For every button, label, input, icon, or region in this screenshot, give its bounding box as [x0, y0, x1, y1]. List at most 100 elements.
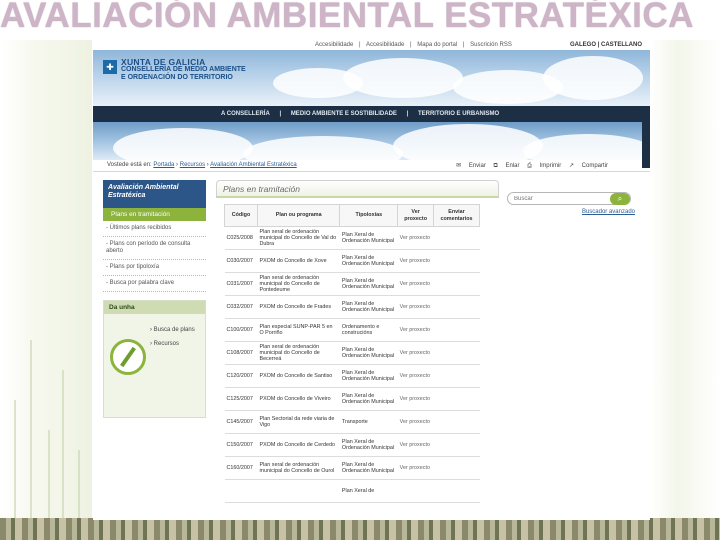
- table-row: C125/2007 PXOM do Concello de Viveiro Plan…: [224, 387, 480, 411]
- sidebar-item[interactable]: - Plans con período de consulta aberto: [103, 237, 206, 260]
- grass-decoration-left: [0, 40, 92, 520]
- plan-type: Plan Xeral de Ordenación Municipal: [339, 364, 398, 388]
- sidebar-item[interactable]: - Busca por palabra clave: [103, 276, 206, 292]
- visit-link[interactable]: › Busca de plans: [150, 326, 195, 334]
- view-project-link[interactable]: [397, 479, 434, 503]
- visit-box: Da unha › Busca de plans › Recursos: [103, 300, 206, 418]
- utility-link[interactable]: Suscrición RSS: [470, 42, 512, 48]
- table-row: C025/2008 Plan xeral de ordenación munici…: [224, 226, 480, 250]
- view-project-link[interactable]: Ver proxecto: [397, 456, 434, 480]
- utility-separator: |: [359, 42, 361, 48]
- utility-links: Accesibilidade | Accesibilidade | Mapa d…: [315, 42, 516, 48]
- nav-separator: |: [406, 111, 409, 117]
- plan-name: Plan xeral de ordenación municipal do Co…: [257, 456, 340, 480]
- plan-type: Ordenamento e construcións: [339, 318, 398, 342]
- plan-type: Plan Xeral de Ordenación Municipal: [339, 341, 398, 365]
- send-comment-cell[interactable]: [433, 479, 480, 503]
- plan-code: C031/2007: [224, 272, 258, 296]
- sidebar-item[interactable]: - Plans por tipoloxía: [103, 260, 206, 276]
- plans-table: Código Plan ou programa Tipoloxías Ver p…: [224, 204, 480, 503]
- plan-code: C125/2007: [224, 387, 258, 411]
- view-project-link[interactable]: Ver proxecto: [397, 226, 434, 250]
- send-comment-cell[interactable]: [433, 410, 480, 434]
- column-header: Ver proxecto: [397, 204, 435, 227]
- view-project-link[interactable]: Ver proxecto: [397, 364, 434, 388]
- plan-code: C145/2007: [224, 410, 258, 434]
- link-button[interactable]: ⧉ Enlar: [494, 163, 520, 169]
- page-tools: ✉ Enviar ⧉ Enlar ⎙ Imprimir ↗ Compartir: [450, 162, 608, 170]
- plan-name: Plan xeral de ordenación municipal do Co…: [257, 272, 340, 296]
- plan-type: Transporte: [339, 410, 398, 434]
- xunta-emblem-icon: ✚: [103, 60, 117, 74]
- sidebar: Avaliación Ambiental Estratéxica Plans e…: [103, 180, 206, 418]
- main-navigation: A CONSELLERÍA | MEDIO AMBIENTE E SOSTIBI…: [93, 106, 650, 122]
- sidebar-item[interactable]: - Últimos plans recibidos: [103, 221, 206, 237]
- send-comment-cell[interactable]: [433, 295, 480, 319]
- utility-link[interactable]: Mapa do portal: [417, 42, 457, 48]
- plan-code: C032/2007: [224, 295, 258, 319]
- table-row: C150/2007 PXOM do Concello de Cerdedo Plan…: [224, 433, 480, 457]
- send-comment-cell[interactable]: [433, 456, 480, 480]
- plan-name: PXOM do Concello de Xove: [257, 249, 340, 273]
- table-row: Plan Xeral de: [224, 479, 480, 503]
- sidebar-item-active[interactable]: Plans en tramitación: [103, 208, 206, 221]
- plan-type: Plan Xeral de Ordenación Municipal: [339, 387, 398, 411]
- nav-item-conselleria[interactable]: A CONSELLERÍA: [221, 111, 270, 117]
- plan-name: PXOM do Concello de Santiso: [257, 364, 340, 388]
- nav-item-medio-ambiente[interactable]: MEDIO AMBIENTE E SOSTIBILIDADE: [291, 111, 397, 117]
- compass-icon: [110, 339, 146, 375]
- plan-name: [257, 479, 340, 503]
- view-project-link[interactable]: Ver proxecto: [397, 249, 434, 273]
- send-comment-cell[interactable]: [433, 226, 480, 250]
- browser-page: Accesibilidade | Accesibilidade | Mapa d…: [93, 38, 650, 520]
- send-button[interactable]: ✉ Enviar: [456, 163, 486, 169]
- utility-link[interactable]: Accesibilidade: [366, 42, 404, 48]
- send-comment-cell[interactable]: [433, 341, 480, 365]
- table-row: C120/2007 PXOM do Concello de Santiso Plan…: [224, 364, 480, 388]
- nav-item-territorio[interactable]: TERRITORIO E URBANISMO: [418, 111, 499, 117]
- page-title: Plans en tramitación: [216, 180, 499, 198]
- breadcrumb-item[interactable]: Recursos: [180, 162, 205, 168]
- send-comment-cell[interactable]: [433, 249, 480, 273]
- visit-link[interactable]: › Recursos: [150, 340, 195, 348]
- view-project-link[interactable]: Ver proxecto: [397, 341, 434, 365]
- breadcrumb-item[interactable]: Portada: [153, 162, 174, 168]
- send-comment-cell[interactable]: [433, 387, 480, 411]
- plan-code: C150/2007: [224, 433, 258, 457]
- visit-heading: Da unha: [104, 301, 205, 314]
- brand-department-2: E ORDENACIÓN DO TERRITORIO: [121, 74, 233, 81]
- share-button[interactable]: ↗ Compartir: [569, 163, 608, 169]
- breadcrumb-prefix: Vostede está en:: [107, 162, 152, 168]
- table-row: C100/2007 Plan especial SUNP-PAR 5 en O P…: [224, 318, 480, 342]
- sky-banner: [93, 122, 650, 160]
- utility-separator: |: [409, 42, 412, 48]
- plan-type: Plan Xeral de Ordenación Municipal: [339, 272, 398, 296]
- breadcrumb-item[interactable]: Avaliación Ambiental Estratéxica: [210, 162, 297, 168]
- view-project-link[interactable]: Ver proxecto: [397, 318, 434, 342]
- table-row: C160/2007 Plan xeral de ordenación munici…: [224, 456, 480, 480]
- utility-link[interactable]: Accesibilidade: [315, 42, 353, 48]
- view-project-link[interactable]: Ver proxecto: [397, 410, 434, 434]
- print-button[interactable]: ⎙ Imprimir: [527, 163, 561, 169]
- table-row: C108/2007 Plan xeral de ordenación munici…: [224, 341, 480, 365]
- view-project-link[interactable]: Ver proxecto: [397, 272, 434, 296]
- send-comment-cell[interactable]: [433, 433, 480, 457]
- send-comment-cell[interactable]: [433, 272, 480, 296]
- language-switcher[interactable]: GALEGO | CASTELLANO: [570, 42, 642, 48]
- view-project-link[interactable]: Ver proxecto: [397, 433, 434, 457]
- slide-title: AVALIACIÓN AMBIENTAL ESTRATÉXICA: [0, 0, 694, 35]
- send-comment-cell[interactable]: [433, 364, 480, 388]
- view-project-link[interactable]: Ver proxecto: [397, 295, 434, 319]
- search-icon[interactable]: ⌕: [610, 192, 630, 205]
- plan-name: PXOM do Concello de Frades: [257, 295, 340, 319]
- brand-name: XUNTA DE GALICIA: [121, 57, 206, 67]
- brand-logo[interactable]: ✚ XUNTA DE GALICIA CONSELLERÍA DE MEDIO …: [103, 58, 263, 102]
- brand-department: CONSELLERÍA DE MEDIO AMBIENTE: [121, 66, 246, 73]
- plan-name: Plan Sectorial da rede viaria de Vigo: [257, 410, 340, 434]
- table-row: C031/2007 Plan xeral de ordenación munici…: [224, 272, 480, 296]
- view-project-link[interactable]: Ver proxecto: [397, 387, 434, 411]
- plan-code: C100/2007: [224, 318, 258, 342]
- send-comment-cell[interactable]: [433, 318, 480, 342]
- search-input[interactable]: [514, 193, 610, 204]
- advanced-search-link[interactable]: Buscador avanzado: [507, 209, 635, 215]
